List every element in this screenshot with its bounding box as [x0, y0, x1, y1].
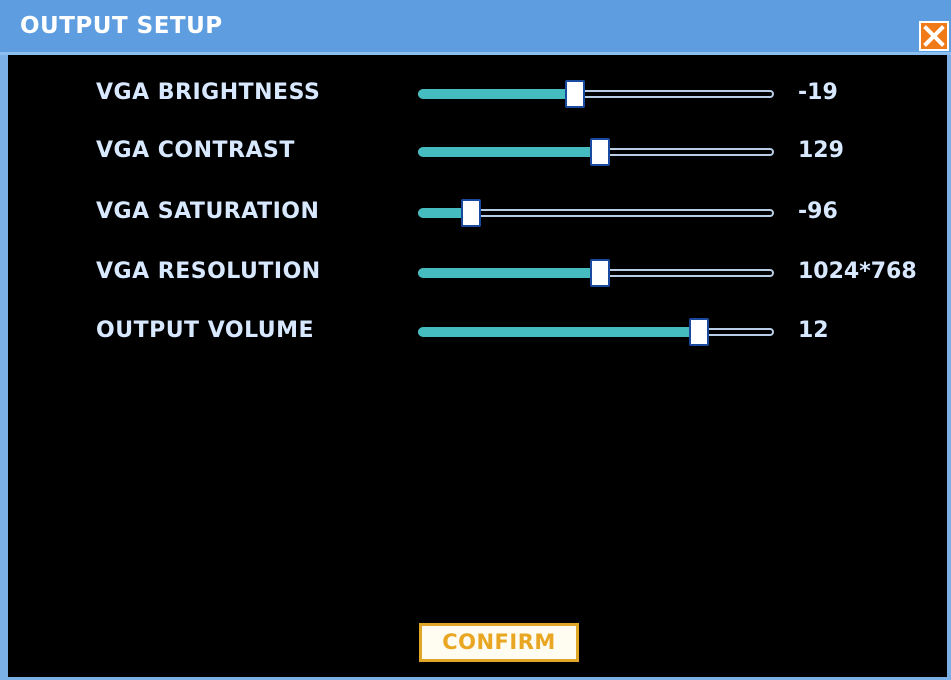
slider-fill	[418, 268, 600, 278]
setting-value: -19	[798, 80, 838, 105]
slider-fill	[418, 147, 600, 157]
close-x-icon	[923, 25, 945, 47]
setting-label: VGA SATURATION	[96, 199, 320, 224]
dialog-title: OUTPUT SETUP	[20, 13, 223, 39]
vga-contrast-slider[interactable]	[418, 134, 778, 174]
setting-row-vga-resolution: VGA RESOLUTION 1024*768	[8, 255, 947, 295]
setting-row-vga-contrast: VGA CONTRAST 129	[8, 134, 947, 174]
setting-value: 1024*768	[798, 259, 917, 284]
setting-row-vga-brightness: VGA BRIGHTNESS -19	[8, 76, 947, 116]
vga-saturation-slider[interactable]	[418, 195, 778, 235]
output-setup-dialog: OUTPUT SETUP VGA BRIGHTNESS -19 VGA CONT…	[0, 0, 951, 680]
slider-fill	[418, 327, 699, 337]
slider-thumb[interactable]	[689, 318, 709, 346]
close-button[interactable]	[919, 21, 949, 51]
title-bar: OUTPUT SETUP	[0, 0, 951, 55]
setting-label: VGA RESOLUTION	[96, 259, 321, 284]
setting-row-vga-saturation: VGA SATURATION -96	[8, 195, 947, 235]
slider-thumb[interactable]	[565, 80, 585, 108]
setting-row-output-volume: OUTPUT VOLUME 12	[8, 314, 947, 354]
setting-value: -96	[798, 199, 838, 224]
slider-thumb[interactable]	[590, 138, 610, 166]
confirm-button[interactable]: CONFIRM	[419, 623, 579, 662]
vga-resolution-slider[interactable]	[418, 255, 778, 295]
setting-label: VGA CONTRAST	[96, 138, 295, 163]
output-volume-slider[interactable]	[418, 314, 778, 354]
slider-thumb[interactable]	[590, 259, 610, 287]
slider-fill	[418, 89, 575, 99]
slider-thumb[interactable]	[461, 199, 481, 227]
setting-label: VGA BRIGHTNESS	[96, 80, 321, 105]
setting-label: OUTPUT VOLUME	[96, 318, 315, 343]
vga-brightness-slider[interactable]	[418, 76, 778, 116]
setting-value: 129	[798, 138, 844, 163]
setting-value: 12	[798, 318, 829, 343]
